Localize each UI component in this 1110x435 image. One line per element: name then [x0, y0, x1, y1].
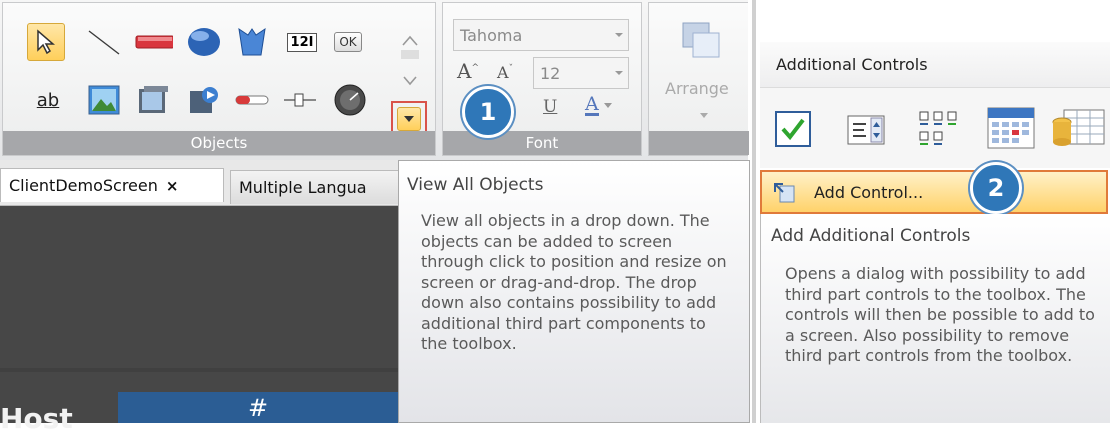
database-grid-control-button[interactable]: [1050, 108, 1106, 152]
arrange-dropdown-arrow[interactable]: [699, 105, 709, 124]
radio-list-icon: [919, 111, 957, 145]
rectangle-tool-button[interactable]: [135, 23, 173, 61]
database-grid-icon: [1052, 109, 1105, 146]
arrange-button[interactable]: [679, 21, 725, 69]
polygon-icon: [238, 27, 266, 56]
video-tool-button[interactable]: [185, 81, 223, 119]
image-tool-button[interactable]: [85, 81, 123, 119]
text-tool-button[interactable]: ab: [29, 81, 67, 119]
canvas-divider: [0, 368, 398, 372]
add-additional-controls-tooltip: Add Additional Controls Opens a dialog w…: [760, 214, 1110, 423]
trackbar-tool-button[interactable]: [281, 81, 319, 119]
view-all-objects-tooltip-title: View All Objects: [407, 175, 544, 195]
chevron-up-icon: [401, 35, 419, 59]
media-player-icon: [190, 87, 218, 113]
canvas-left-text: Host: [0, 402, 73, 435]
font-size-dropdown-arrow[interactable]: [611, 63, 627, 83]
symbol-tool-button[interactable]: [135, 81, 173, 119]
add-control-menu-item[interactable]: Add Control...: [760, 170, 1108, 214]
chevron-down-icon: [615, 33, 623, 37]
tab-multiple-languages-label: Multiple Langua: [239, 178, 367, 197]
canvas-table-header: #: [118, 392, 398, 423]
view-all-objects-button[interactable]: [397, 107, 421, 131]
font-group-label: Font: [443, 131, 641, 155]
arrange-label: Arrange: [665, 79, 729, 98]
ellipse-tool-button[interactable]: [185, 23, 223, 61]
font-name-value: Tahoma: [460, 25, 523, 45]
datetime-control-button[interactable]: [986, 106, 1036, 154]
polygon-tool-button[interactable]: [233, 23, 271, 61]
ok-button-tool-button[interactable]: OK: [329, 23, 367, 61]
line-icon: [88, 30, 120, 55]
chevron-down-icon: [403, 76, 417, 86]
arrange-group: Arrange: [648, 2, 749, 156]
symbol-library-icon: [139, 86, 168, 113]
underline-button[interactable]: U: [543, 97, 557, 117]
objects-group-label: Objects: [3, 131, 435, 155]
ellipse-icon: [188, 28, 220, 56]
add-control-label: Add Control...: [814, 183, 924, 202]
tab-multiple-languages[interactable]: Multiple Langua: [230, 170, 398, 204]
picture-icon: [88, 85, 120, 115]
dropdown-arrow-icon: [404, 116, 414, 122]
calendar-icon: [987, 107, 1035, 149]
add-additional-controls-tooltip-body: Opens a dialog with possibility to add t…: [785, 264, 1095, 365]
tab-close-icon[interactable]: ×: [166, 177, 179, 195]
slider-bar-icon: [235, 95, 269, 105]
add-additional-controls-tooltip-title: Add Additional Controls: [771, 226, 971, 246]
numeric-tool-label: 12I: [286, 32, 318, 52]
callout-badge-2: 2: [970, 162, 1022, 214]
panel-separator: [752, 0, 756, 423]
view-all-objects-tooltip: View All Objects View all objects in a d…: [398, 160, 750, 423]
gauge-icon: [334, 84, 366, 116]
text-tool-label: ab: [36, 89, 60, 111]
font-name-dropdown-arrow[interactable]: [611, 25, 627, 45]
callout-badge-1: 1: [462, 86, 514, 138]
objects-group: 12I OK ab Objects: [2, 2, 436, 156]
numeric-updown-control-button[interactable]: [846, 112, 886, 152]
checkbox-icon: [775, 111, 811, 147]
slider-tool-button[interactable]: [233, 81, 271, 119]
arrange-group-label: [649, 131, 749, 155]
chevron-down-icon: [603, 102, 612, 108]
meter-tool-button[interactable]: [331, 81, 369, 119]
tab-client-demo-screen[interactable]: ClientDemoScreen ×: [0, 168, 224, 202]
shrink-font-button[interactable]: Aˇ: [497, 63, 513, 82]
add-control-icon: [774, 183, 795, 203]
pointer-tool-button[interactable]: [27, 23, 65, 61]
additional-controls-header-label: Additional Controls: [776, 55, 928, 74]
arrange-layers-icon: [682, 22, 720, 58]
radio-list-control-button[interactable]: [916, 108, 964, 152]
rectangle-icon: [135, 35, 173, 49]
grow-font-button[interactable]: A^: [457, 59, 479, 83]
ok-tool-label: OK: [334, 32, 362, 52]
chevron-down-icon: [700, 113, 708, 118]
line-tool-button[interactable]: [85, 23, 123, 61]
additional-controls-header: Additional Controls: [760, 42, 1110, 88]
gallery-scroll-up-button[interactable]: [395, 25, 425, 65]
gallery-scroll-down-button[interactable]: [395, 73, 425, 89]
font-size-value: 12: [540, 63, 561, 83]
spinner-icon: [847, 115, 885, 145]
tab-client-demo-label: ClientDemoScreen: [9, 176, 158, 195]
pointer-icon: [37, 29, 56, 55]
trackbar-icon: [284, 93, 316, 107]
font-color-label: A: [585, 93, 599, 116]
view-all-objects-tooltip-body: View all objects in a drop down. The obj…: [421, 211, 727, 353]
font-name-combo[interactable]: Tahoma: [453, 19, 629, 51]
font-color-button[interactable]: A: [585, 95, 613, 116]
numeric-tool-button[interactable]: 12I: [283, 23, 321, 61]
checkbox-control-button[interactable]: [774, 110, 812, 152]
chevron-down-icon: [615, 71, 623, 75]
